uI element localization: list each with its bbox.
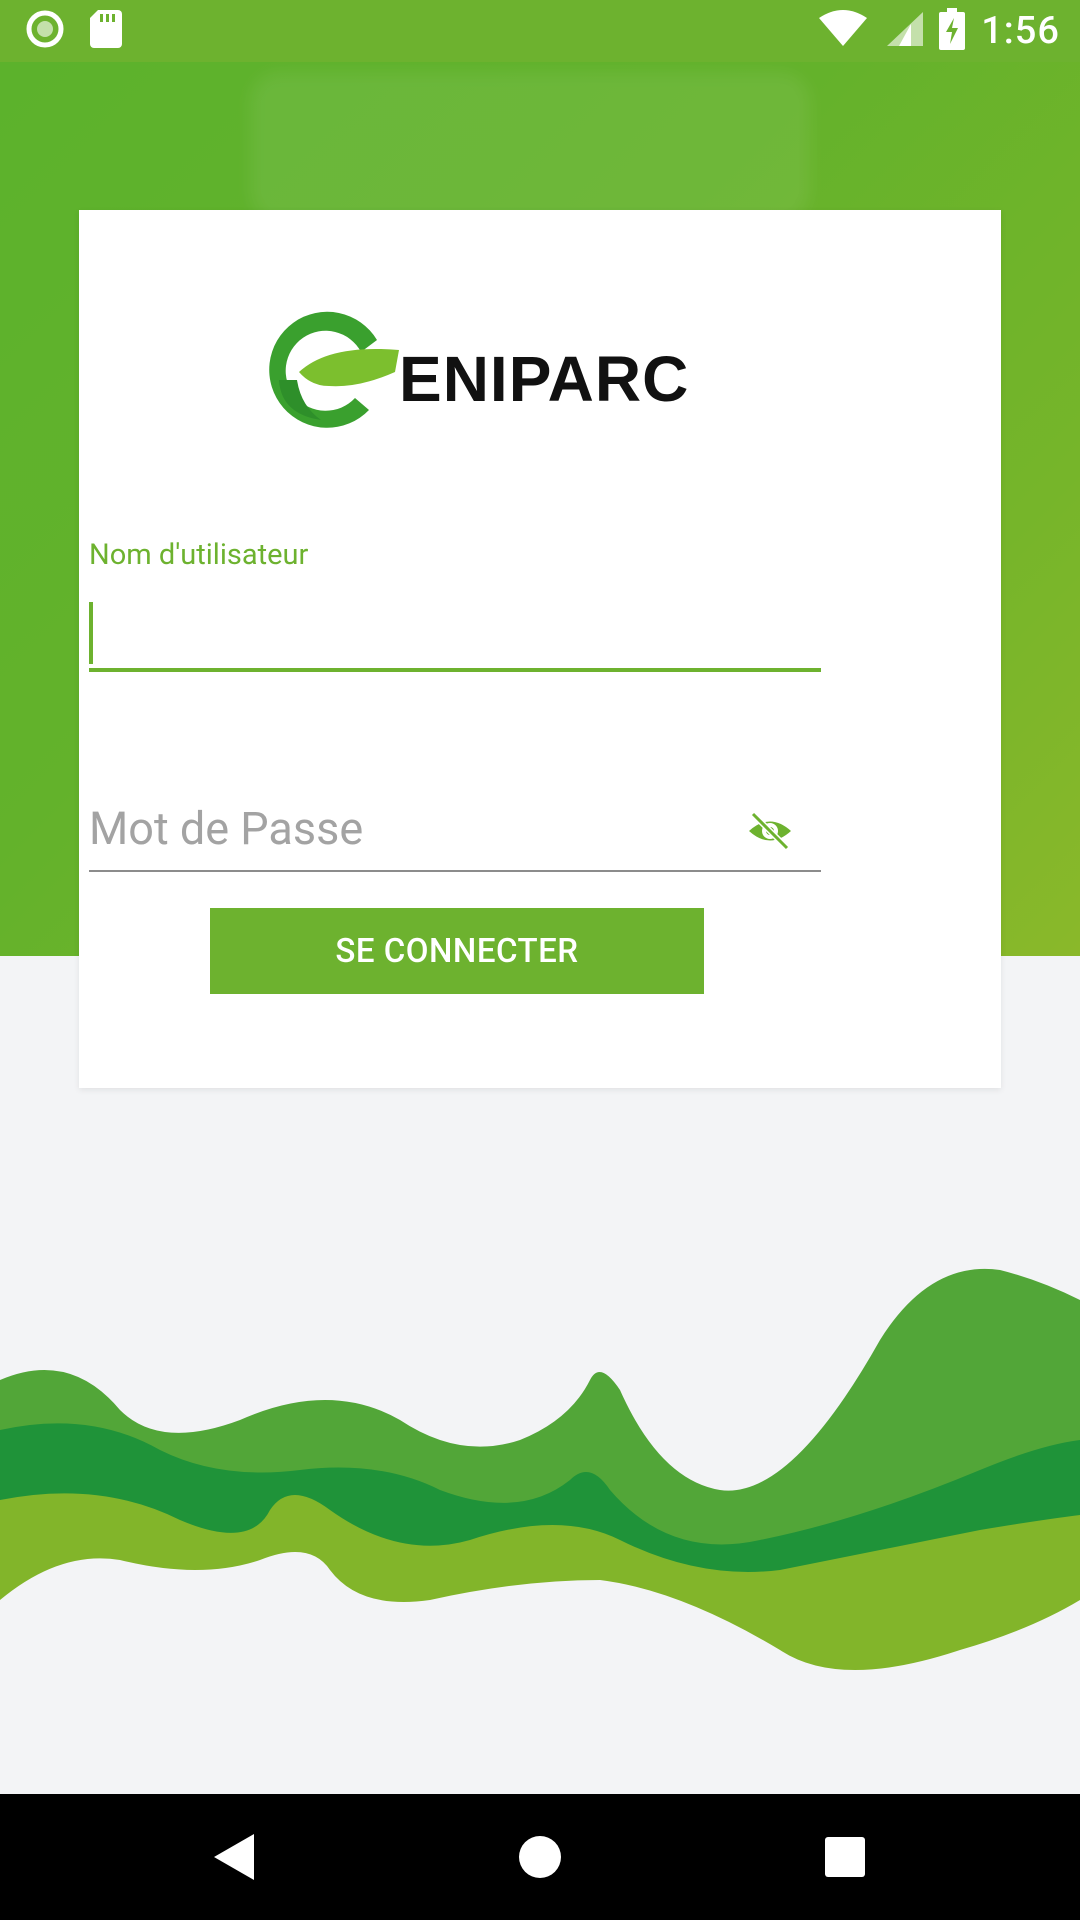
text-cursor xyxy=(89,602,93,664)
wifi-icon xyxy=(819,10,868,52)
decorative-waves xyxy=(0,1268,1080,1790)
hero-blur-decoration xyxy=(250,72,810,222)
login-card: ENIPARC Nom d'utilisateur Mot de Passe S… xyxy=(79,210,1001,1088)
status-bar: 1:56 xyxy=(0,0,1080,62)
signal-icon xyxy=(883,10,924,52)
username-input[interactable] xyxy=(89,590,821,672)
back-icon[interactable] xyxy=(214,1832,258,1886)
status-time: 1:56 xyxy=(981,9,1060,53)
logo-mark-icon xyxy=(269,311,399,428)
login-button[interactable]: SE CONNECTER xyxy=(210,908,704,994)
home-icon[interactable] xyxy=(518,1832,562,1886)
recents-icon[interactable] xyxy=(824,1832,866,1886)
password-placeholder: Mot de Passe xyxy=(89,802,364,855)
eniparc-logo: ENIPARC xyxy=(259,310,688,440)
status-left-icons xyxy=(26,10,122,52)
status-right-icons: 1:56 xyxy=(819,8,1060,54)
visibility-off-icon[interactable] xyxy=(747,808,793,854)
logo-text: ENIPARC xyxy=(399,343,690,415)
notification-circle-icon xyxy=(26,10,64,52)
battery-charging-icon xyxy=(939,8,966,54)
navigation-bar xyxy=(0,1794,1080,1920)
password-input[interactable]: Mot de Passe xyxy=(89,788,821,872)
username-label: Nom d'utilisateur xyxy=(89,538,309,572)
sd-card-icon xyxy=(90,10,122,52)
